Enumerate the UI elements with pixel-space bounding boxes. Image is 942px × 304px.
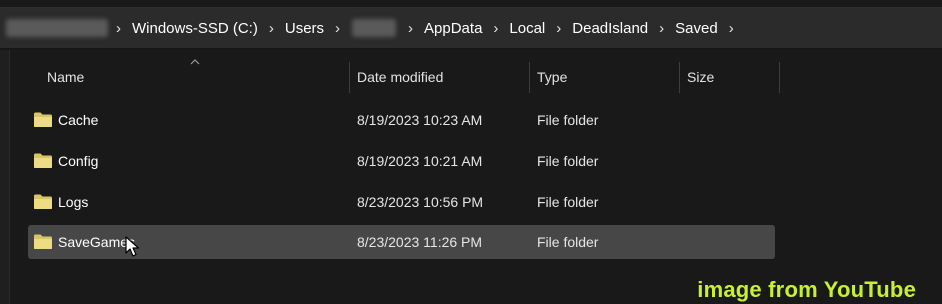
- column-header: Name Date modified Type Size: [10, 58, 942, 97]
- file-type: File folder: [537, 112, 599, 128]
- chevron-right-icon[interactable]: ›: [404, 20, 417, 37]
- chevron-right-icon[interactable]: ›: [725, 20, 738, 37]
- chevron-right-icon[interactable]: ›: [552, 20, 565, 37]
- watermark-caption: image from YouTube: [697, 277, 916, 302]
- file-date-modified: 8/23/2023 10:56 PM: [357, 194, 484, 210]
- mouse-pointer-icon: [125, 236, 140, 257]
- chevron-right-icon[interactable]: ›: [265, 20, 278, 37]
- column-header-name[interactable]: Name: [47, 58, 84, 97]
- column-header-date-modified[interactable]: Date modified: [357, 58, 443, 97]
- file-date-modified: 8/19/2023 10:21 AM: [357, 153, 483, 169]
- breadcrumb-item-deadisland[interactable]: DeadIsland: [565, 20, 655, 37]
- column-header-size[interactable]: Size: [687, 58, 714, 97]
- folder-icon: [34, 194, 52, 209]
- file-type: File folder: [537, 153, 599, 169]
- breadcrumb-item-local[interactable]: Local: [502, 20, 552, 37]
- column-divider[interactable]: [529, 62, 530, 93]
- chevron-right-icon[interactable]: ›: [655, 20, 668, 37]
- file-name: Config: [58, 153, 99, 169]
- column-divider[interactable]: [779, 62, 780, 93]
- file-row-logs[interactable]: Logs 8/23/2023 10:56 PM File folder: [28, 185, 775, 219]
- chevron-right-icon[interactable]: ›: [331, 20, 344, 37]
- file-name: SaveGames: [58, 234, 136, 250]
- file-row-cache[interactable]: Cache 8/19/2023 10:23 AM File folder: [28, 103, 775, 137]
- address-bar[interactable]: › Windows-SSD (C:) › Users › › AppData ›…: [0, 7, 942, 49]
- breadcrumb-item-saved[interactable]: Saved: [668, 20, 725, 37]
- chevron-right-icon[interactable]: ›: [112, 20, 125, 37]
- navigation-pane-edge: [0, 50, 10, 304]
- breadcrumb-item-drive[interactable]: Windows-SSD (C:): [125, 20, 265, 37]
- chevron-right-icon[interactable]: ›: [489, 20, 502, 37]
- column-divider[interactable]: [679, 62, 680, 93]
- sort-ascending-icon: [190, 59, 200, 65]
- file-name: Logs: [58, 194, 89, 210]
- folder-icon: [34, 234, 52, 249]
- folder-icon: [34, 112, 52, 127]
- redacted-username-crumb[interactable]: [352, 19, 397, 37]
- file-name: Cache: [58, 112, 99, 128]
- file-date-modified: 8/23/2023 11:26 PM: [357, 234, 483, 250]
- file-row-savegames[interactable]: SaveGames 8/23/2023 11:26 PM File folder: [28, 225, 775, 259]
- redacted-crumb: [6, 19, 108, 37]
- file-date-modified: 8/19/2023 10:23 AM: [357, 112, 483, 128]
- breadcrumb-item-users[interactable]: Users: [278, 20, 331, 37]
- file-type: File folder: [537, 194, 599, 210]
- breadcrumb: › Windows-SSD (C:) › Users › › AppData ›…: [0, 8, 738, 48]
- column-header-type[interactable]: Type: [537, 58, 567, 97]
- breadcrumb-item-appdata[interactable]: AppData: [417, 20, 489, 37]
- column-divider[interactable]: [349, 62, 350, 93]
- folder-icon: [34, 153, 52, 168]
- file-type: File folder: [537, 234, 599, 250]
- file-row-config[interactable]: Config 8/19/2023 10:21 AM File folder: [28, 144, 775, 178]
